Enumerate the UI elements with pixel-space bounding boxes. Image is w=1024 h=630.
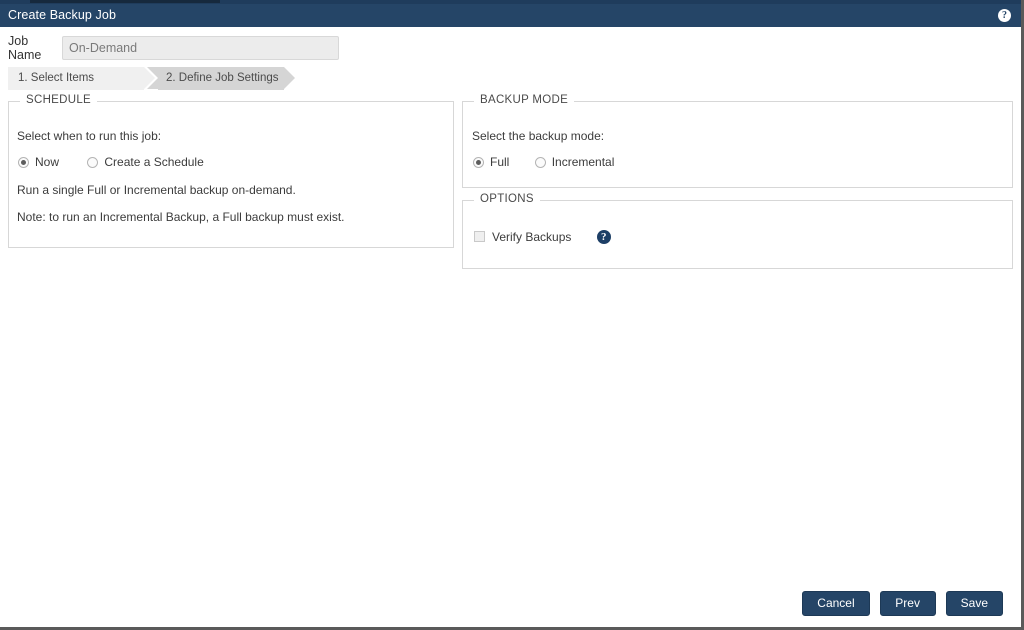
schedule-panel: SCHEDULE Select when to run this job: No…: [8, 94, 454, 248]
chevron-arrow-icon: [144, 67, 155, 89]
verify-backups-help-icon[interactable]: ?: [596, 229, 611, 244]
footer-button-bar: Cancel Prev Save: [792, 591, 1003, 616]
backup-mode-radio-row: Full Incremental: [473, 154, 614, 169]
schedule-option-now[interactable]: Now: [18, 154, 59, 169]
titlebar-help-icon[interactable]: ?: [998, 9, 1011, 22]
radio-full-icon[interactable]: [473, 156, 484, 168]
wizard-step-select-items-label: 1. Select Items: [18, 72, 95, 84]
job-name-input[interactable]: [62, 36, 339, 60]
schedule-option-now-label: Now: [35, 155, 60, 170]
wizard-step-select-items[interactable]: 1. Select Items: [8, 67, 155, 90]
backup-mode-option-incremental-label: Incremental: [551, 155, 615, 170]
schedule-description: Run a single Full or Incremental backup …: [17, 183, 296, 197]
prev-button[interactable]: Prev: [879, 591, 936, 616]
verify-backups-label: Verify Backups: [492, 229, 572, 244]
background-window-strip-inner: [30, 0, 220, 3]
radio-create-a-schedule-icon[interactable]: [87, 156, 99, 168]
radio-incremental-icon[interactable]: [534, 156, 546, 168]
cancel-button[interactable]: Cancel: [802, 591, 870, 616]
backup-mode-option-full[interactable]: Full: [473, 154, 509, 169]
schedule-option-create-a-schedule[interactable]: Create a Schedule: [87, 154, 204, 170]
backup-mode-panel-legend: BACKUP MODE: [474, 94, 575, 106]
radio-now-icon[interactable]: [18, 156, 29, 168]
window-title: Create Backup Job: [8, 8, 117, 22]
verify-backups-checkbox[interactable]: [474, 231, 485, 243]
options-panel-legend: OPTIONS: [474, 193, 540, 205]
schedule-radio-row: Now Create a Schedule: [18, 154, 204, 169]
job-name-row: Job Name: [8, 34, 339, 62]
backup-mode-prompt: Select the backup mode:: [472, 129, 605, 143]
chevron-arrow-icon: [284, 67, 295, 89]
schedule-prompt: Select when to run this job:: [17, 129, 162, 143]
save-button[interactable]: Save: [945, 591, 1003, 616]
wizard-steps: 1. Select Items 2. Define Job Settings: [8, 67, 295, 90]
backup-mode-panel: BACKUP MODE Select the backup mode: Full…: [462, 94, 1013, 188]
schedule-option-create-a-schedule-label: Create a Schedule: [104, 155, 204, 170]
backup-mode-option-full-label: Full: [490, 155, 510, 170]
verify-backups-row: Verify Backups ?: [474, 229, 611, 244]
window-titlebar: Create Backup Job ?: [0, 4, 1021, 27]
create-backup-job-window: Create Backup Job ? Job Name 1. Select I…: [0, 0, 1024, 630]
wizard-step-define-job-settings[interactable]: 2. Define Job Settings: [147, 67, 295, 90]
wizard-step-define-job-settings-label: 2. Define Job Settings: [166, 72, 279, 84]
job-name-label: Job Name: [8, 34, 42, 62]
schedule-panel-legend: SCHEDULE: [20, 94, 98, 106]
schedule-note: Note: to run an Incremental Backup, a Fu…: [17, 210, 345, 224]
backup-mode-option-incremental[interactable]: Incremental: [534, 154, 615, 170]
options-panel: OPTIONS Verify Backups ?: [462, 193, 1013, 269]
